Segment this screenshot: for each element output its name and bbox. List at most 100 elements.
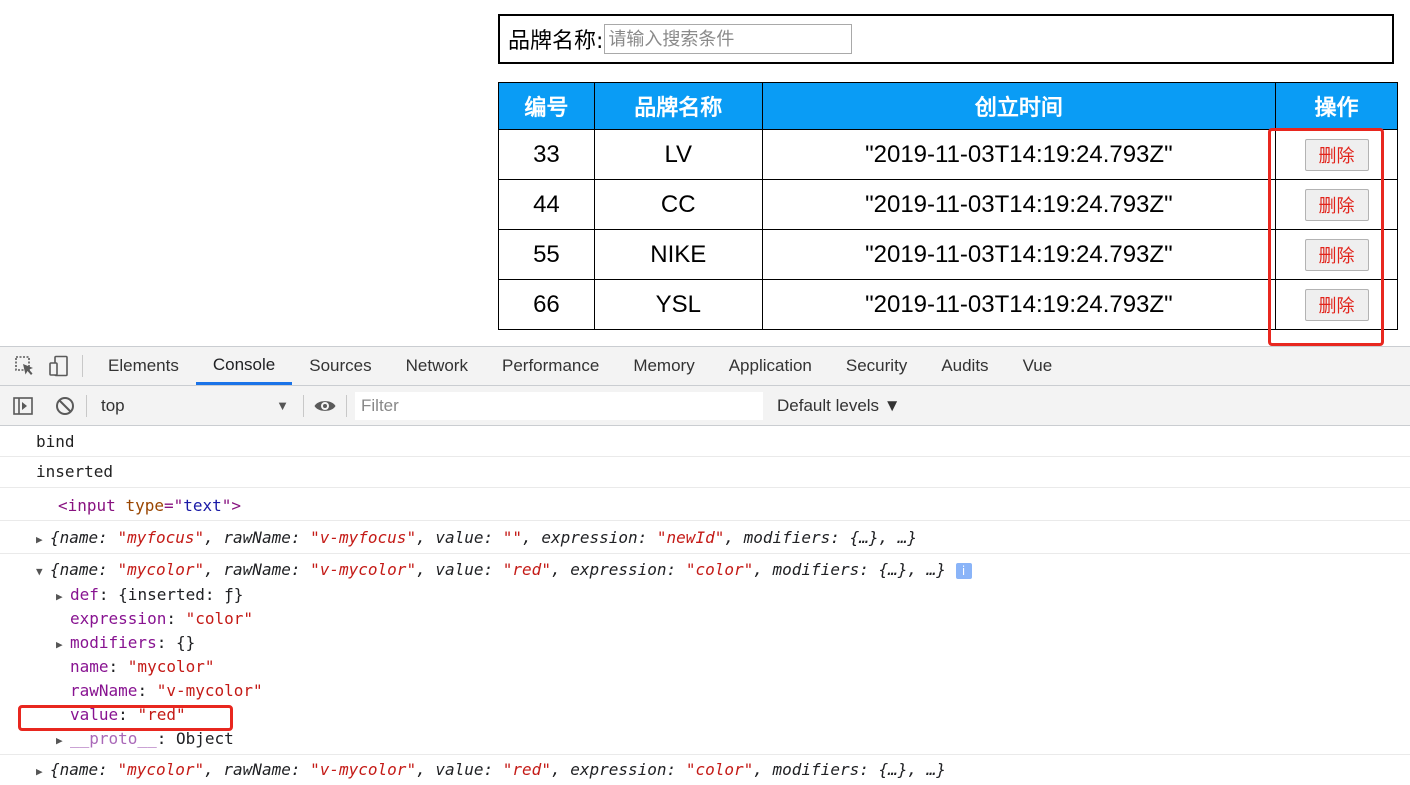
- delete-button[interactable]: 删除: [1304, 138, 1369, 171]
- tab-audits[interactable]: Audits: [924, 347, 1005, 385]
- expand-triangle-icon[interactable]: ▶: [56, 590, 70, 603]
- table-row: 44 CC "2019-11-03T14:19:24.793Z" 删除: [498, 179, 1398, 230]
- table-row: 66 YSL "2019-11-03T14:19:24.793Z" 删除: [498, 279, 1398, 330]
- console-element-node[interactable]: <input type="text">: [0, 488, 1410, 521]
- filter-input[interactable]: [355, 391, 763, 420]
- tab-console[interactable]: Console: [195, 347, 293, 385]
- console-message: bind: [0, 426, 1410, 457]
- default-levels-dropdown[interactable]: Default levels ▼: [777, 396, 901, 416]
- obj-name: "mycolor": [117, 760, 205, 779]
- tab-memory[interactable]: Memory: [616, 347, 711, 385]
- cell-action: 删除: [1275, 179, 1398, 230]
- console-object-collapsed[interactable]: ▶ {name: "myfocus", rawName: "v-myfocus",…: [0, 521, 1410, 554]
- prop-value: {inserted: ƒ}: [118, 585, 244, 604]
- obj-expression: "color": [685, 760, 754, 779]
- collapse-triangle-icon[interactable]: ▼: [36, 565, 50, 578]
- device-toolbar-icon[interactable]: [46, 353, 72, 379]
- property-row[interactable]: ▶ __proto__: Object: [0, 728, 1410, 755]
- property-row[interactable]: ▶ def: {inserted: ƒ}: [0, 584, 1410, 608]
- expand-triangle-icon[interactable]: ▶: [36, 533, 50, 546]
- header-created-time: 创立时间: [761, 82, 1277, 130]
- cell-action: 删除: [1275, 129, 1398, 180]
- context-value: top: [101, 395, 125, 415]
- expand-triangle-icon[interactable]: ▶: [56, 734, 70, 747]
- prop-value: "mycolor": [127, 657, 215, 676]
- tab-security[interactable]: Security: [829, 347, 924, 385]
- toolbar-divider: [346, 394, 347, 417]
- inspect-element-icon[interactable]: [12, 353, 38, 379]
- clear-console-icon[interactable]: [52, 393, 78, 419]
- search-input[interactable]: [604, 24, 853, 54]
- tab-vue[interactable]: Vue: [1006, 347, 1070, 385]
- obj-rawname: "v-myfocus": [310, 528, 417, 547]
- cell-action: 删除: [1275, 229, 1398, 280]
- prop-key: expression: [70, 609, 167, 628]
- header-id: 编号: [498, 82, 595, 130]
- tab-elements[interactable]: Elements: [91, 347, 196, 385]
- toolbar-divider: [82, 355, 83, 377]
- cell-brand-name: LV: [593, 129, 763, 180]
- obj-name: "myfocus": [117, 528, 205, 547]
- brand-table: 编号 品牌名称 创立时间 操作 33 LV "2019-11-03T14:19:…: [498, 82, 1398, 330]
- search-panel: 品牌名称:: [498, 14, 1394, 64]
- delete-button[interactable]: 删除: [1304, 288, 1369, 321]
- cell-id: 33: [498, 129, 595, 180]
- obj-expression: "color": [685, 560, 754, 579]
- expand-triangle-icon[interactable]: ▶: [36, 765, 50, 778]
- table-header-row: 编号 品牌名称 创立时间 操作: [498, 82, 1398, 130]
- prop-key: name: [70, 657, 109, 676]
- console-message: inserted: [0, 457, 1410, 488]
- prop-value: Object: [175, 729, 234, 748]
- info-icon[interactable]: i: [955, 562, 972, 579]
- property-row: expression: "color": [70, 609, 254, 628]
- obj-value: "red": [502, 760, 551, 779]
- cell-brand-name: CC: [593, 179, 763, 230]
- devtools-panel: Elements Console Sources Network Perform…: [0, 346, 1410, 785]
- tab-network[interactable]: Network: [389, 347, 485, 385]
- property-row: value: "red": [70, 705, 186, 724]
- prop-key: __proto__: [70, 729, 157, 748]
- tab-application[interactable]: Application: [712, 347, 829, 385]
- obj-name: "mycolor": [117, 560, 205, 579]
- header-brand-name: 品牌名称: [593, 82, 763, 130]
- obj-value: "red": [502, 560, 551, 579]
- table-row: 33 LV "2019-11-03T14:19:24.793Z" 删除: [498, 129, 1398, 180]
- property-row: rawName: "v-mycolor": [70, 681, 263, 700]
- property-row: name: "mycolor": [70, 657, 215, 676]
- dropdown-arrow-icon: ▼: [276, 398, 289, 413]
- cell-id: 44: [498, 179, 595, 230]
- context-select[interactable]: top ▼: [95, 392, 295, 420]
- search-label: 品牌名称:: [508, 29, 604, 54]
- property-row[interactable]: ▶ modifiers: {}: [0, 632, 1410, 656]
- toolbar-divider: [86, 394, 87, 417]
- delete-button[interactable]: 删除: [1304, 238, 1369, 271]
- cell-created-time: "2019-11-03T14:19:24.793Z": [761, 279, 1277, 330]
- expand-triangle-icon[interactable]: ▶: [56, 638, 70, 651]
- prop-key: def: [70, 585, 99, 604]
- obj-expression: "newId": [656, 528, 725, 547]
- table-row: 55 NIKE "2019-11-03T14:19:24.793Z" 删除: [498, 229, 1398, 280]
- console-object-collapsed[interactable]: ▶ {name: "mycolor", rawName: "v-mycolor",…: [0, 757, 1410, 785]
- cell-brand-name: YSL: [593, 279, 763, 330]
- console-text: inserted: [36, 462, 114, 481]
- delete-button[interactable]: 删除: [1304, 188, 1369, 221]
- console-text: bind: [36, 432, 75, 451]
- show-sidebar-icon[interactable]: [10, 393, 36, 419]
- console-object-expanded[interactable]: ▼ {name: "mycolor", rawName: "v-mycolor",…: [0, 558, 1410, 584]
- tab-sources[interactable]: Sources: [292, 347, 388, 385]
- eye-icon[interactable]: [312, 393, 338, 419]
- node-attr-name: type: [125, 496, 164, 515]
- cell-id: 66: [498, 279, 595, 330]
- prop-value: "red": [137, 705, 186, 724]
- obj-rawname: "v-mycolor": [310, 560, 417, 579]
- cell-created-time: "2019-11-03T14:19:24.793Z": [761, 229, 1277, 280]
- header-action: 操作: [1275, 82, 1398, 130]
- prop-key: modifiers: [70, 633, 157, 652]
- prop-value: "v-mycolor": [156, 681, 263, 700]
- tab-performance[interactable]: Performance: [485, 347, 616, 385]
- prop-key: value: [70, 705, 119, 724]
- obj-rawname: "v-mycolor": [310, 760, 417, 779]
- cell-id: 55: [498, 229, 595, 280]
- cell-created-time: "2019-11-03T14:19:24.793Z": [761, 129, 1277, 180]
- prop-value: "color": [185, 609, 254, 628]
